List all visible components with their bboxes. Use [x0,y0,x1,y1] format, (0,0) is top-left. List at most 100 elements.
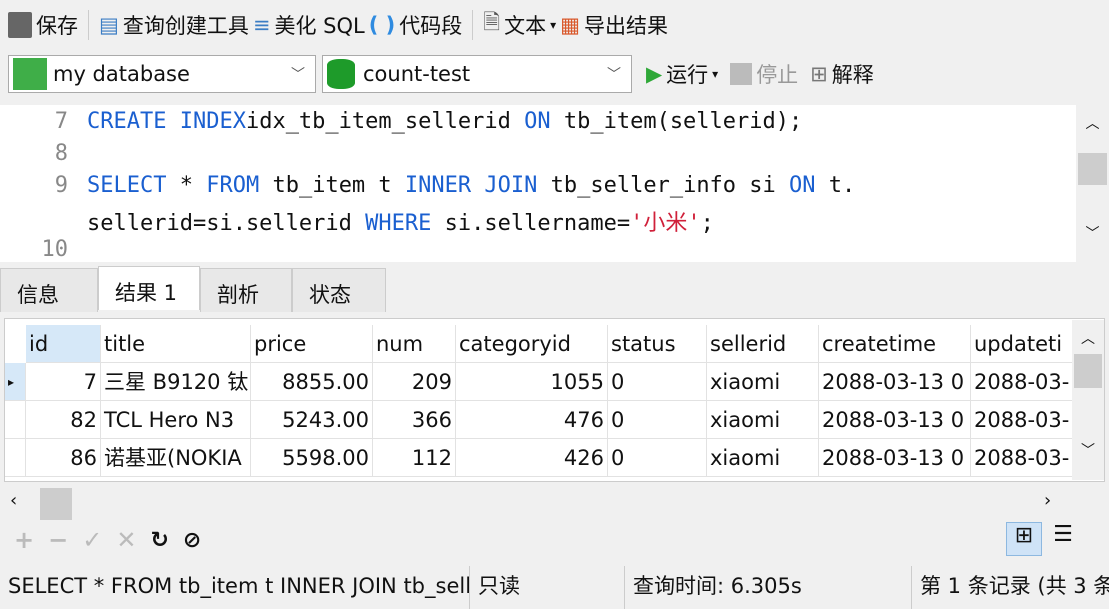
column-header-num[interactable]: num [373,325,456,363]
sql-text: idx_tb_item_sellerid [245,109,525,134]
line-number: 10 [41,237,69,262]
column-header-sellerid[interactable]: sellerid [707,325,819,363]
table-cell[interactable]: 86 [26,439,101,477]
column-header-price[interactable]: price [251,325,373,363]
connection-select[interactable]: my database ﹀ [8,55,316,93]
grid-toolbar: + − ✓ ✕ ↻ ⊘ [14,526,201,554]
status-mode: 只读 [470,566,625,609]
row-marker[interactable] [5,401,26,439]
table-cell[interactable]: 366 [373,401,456,439]
column-header-createtime[interactable]: createtime [819,325,971,363]
column-header-title[interactable]: title [101,325,251,363]
beautify-icon: ≡ [252,13,271,37]
table-cell[interactable]: 2088-03- [971,401,1073,439]
divider [88,10,89,40]
table-cell[interactable]: 1055 [456,363,608,401]
add-row-icon[interactable]: + [14,526,34,554]
grid-horizontal-scrollbar[interactable]: ‹ › [4,486,1105,522]
editor-vertical-scrollbar[interactable]: ︿ ﹀ [1076,105,1109,262]
table-cell[interactable]: 476 [456,401,608,439]
scroll-down-icon[interactable]: ﹀ [1072,440,1104,460]
snippet-button[interactable]: ( ) 代码段 [369,12,463,38]
table-cell[interactable]: 2088-03-13 0 [819,439,971,477]
query-builder-button[interactable]: ▤ 查询创建工具 [99,12,249,38]
sql-text: ; [700,211,714,236]
dropdown-icon: ▾ [712,67,719,81]
refresh-icon[interactable]: ↻ [150,528,168,553]
scroll-thumb[interactable] [1078,153,1107,185]
line-number: 7 [54,109,68,134]
run-button[interactable]: ▶ 运行 ▾ [646,61,718,87]
play-icon: ▶ [646,62,663,86]
table-cell[interactable]: 112 [373,439,456,477]
table-cell[interactable]: xiaomi [707,439,819,477]
table-cell[interactable]: 426 [456,439,608,477]
table-cell[interactable]: xiaomi [707,363,819,401]
row-marker[interactable]: ▸ [5,363,26,401]
table-cell[interactable]: 82 [26,401,101,439]
stop-query-icon[interactable]: ⊘ [183,528,201,553]
form-view-icon[interactable]: ☰ [1046,522,1080,556]
scroll-left-icon[interactable]: ‹ [10,490,17,511]
table-cell[interactable]: 诺基亚(NOKIA [101,439,251,477]
sql-text: sellerid=si.sellerid [87,211,366,236]
stop-button[interactable]: 停止 [730,61,798,87]
table-cell[interactable]: 三星 B9120 钛 [101,363,251,401]
tab-0[interactable]: 信息 [0,268,98,312]
database-icon [327,59,355,89]
run-controls: ▶ 运行 ▾ 停止 ⊞ 解释 [646,61,874,87]
scroll-right-icon[interactable]: › [1044,490,1051,511]
apply-icon[interactable]: ✓ [82,526,102,554]
tab-3[interactable]: 状态 [292,268,386,312]
table-cell[interactable]: 2088-03- [971,439,1073,477]
sql-keyword: SELECT [87,173,167,198]
column-header-id[interactable]: id [26,325,101,363]
save-button[interactable]: 保存 [8,12,78,38]
sql-keyword: FROM [206,173,260,198]
beautify-sql-button[interactable]: ≡ 美化 SQL [253,12,365,38]
dropdown-icon: ▾ [550,18,557,32]
table-cell[interactable]: 2088-03-13 0 [819,401,971,439]
delete-row-icon[interactable]: − [48,526,68,554]
scroll-thumb[interactable] [40,488,72,520]
table-cell[interactable]: xiaomi [707,401,819,439]
column-header-categoryid[interactable]: categoryid [456,325,608,363]
code-line: sellerid=si.sellerid WHERE si.sellername… [87,205,714,237]
table-cell[interactable]: 2088-03-13 0 [819,363,971,401]
row-marker[interactable] [5,439,26,477]
sql-keyword: CREATE INDEX [87,109,246,134]
sql-editor[interactable]: 7 CREATE INDEXidx_tb_item_sellerid ON tb_… [0,105,1109,262]
sql-text: tb_seller_info si [537,173,790,198]
query-builder-icon: ▤ [99,13,119,37]
table-cell[interactable]: 0 [608,401,707,439]
table-cell[interactable]: 0 [608,439,707,477]
column-header-updateti[interactable]: updateti [971,325,1073,363]
tab-2[interactable]: 剖析 [200,268,292,312]
column-header-status[interactable]: status [608,325,707,363]
explain-button[interactable]: ⊞ 解释 [810,61,874,87]
discard-icon[interactable]: ✕ [116,526,136,554]
table-cell[interactable]: TCL Hero N3 [101,401,251,439]
code-line: SELECT * FROM tb_item t INNER JOIN tb_se… [87,173,855,198]
table-cell[interactable]: 7 [26,363,101,401]
grid-view-icon[interactable]: ⊞ [1006,522,1042,556]
table-cell[interactable]: 5243.00 [251,401,373,439]
sql-text: t. [815,173,856,198]
tab-1[interactable]: 结果 1 [98,266,200,310]
text-button[interactable]: 🗎 文本 ▾ [483,10,557,39]
database-select[interactable]: count-test ﹀ [322,55,632,93]
scroll-up-icon[interactable]: ︿ [1072,328,1104,348]
table-cell[interactable]: 8855.00 [251,363,373,401]
document-icon: 🗎 [483,9,501,34]
scroll-thumb[interactable] [1074,354,1102,388]
table-cell[interactable]: 5598.00 [251,439,373,477]
table-cell[interactable]: 209 [373,363,456,401]
sql-text: tb_item t [259,173,405,198]
result-grid[interactable]: id title price num categoryid status sellerid c… [4,318,1105,482]
table-cell[interactable]: 0 [608,363,707,401]
export-button[interactable]: ▦ 导出结果 [560,12,668,38]
scroll-up-icon[interactable]: ︿ [1076,113,1109,133]
scroll-down-icon[interactable]: ﹀ [1076,223,1109,243]
table-cell[interactable]: 2088-03- [971,363,1073,401]
grid-vertical-scrollbar[interactable]: ︿ ﹀ [1072,320,1104,480]
